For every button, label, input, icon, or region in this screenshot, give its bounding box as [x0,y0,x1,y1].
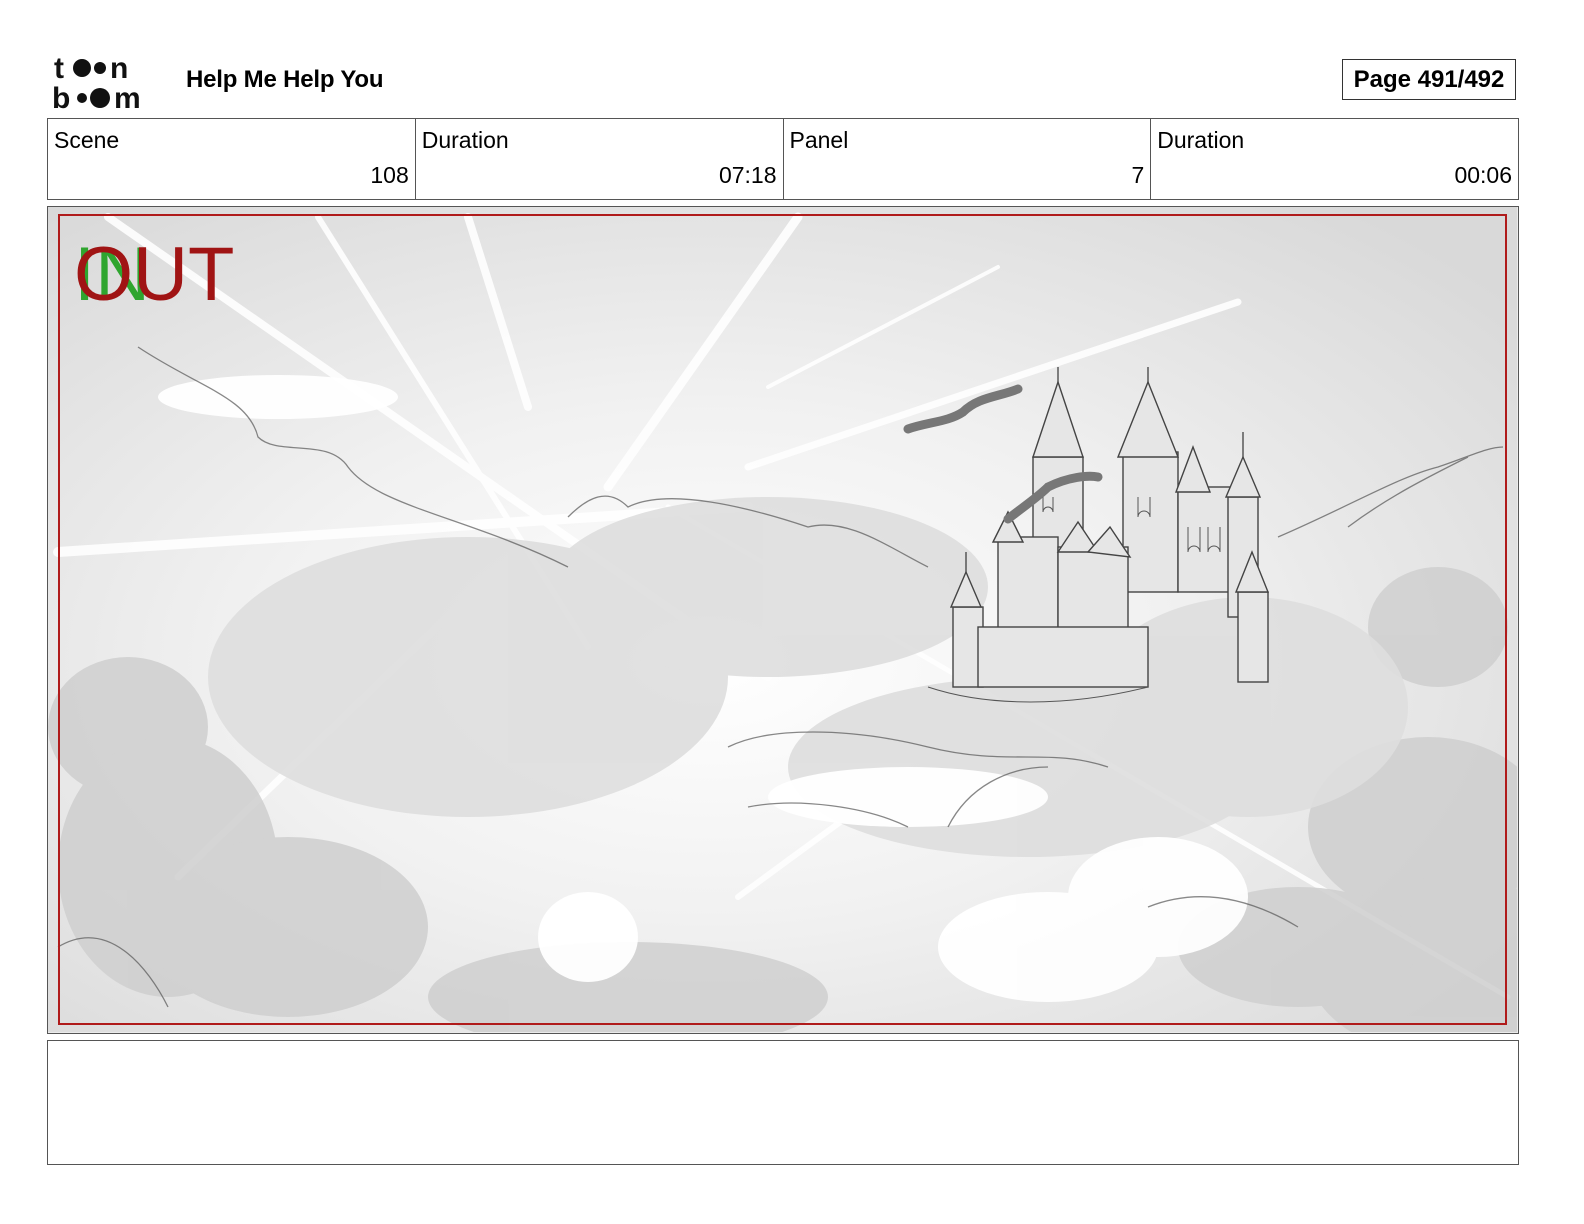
storyboard-panel-image: IN OUT [47,206,1519,1034]
safe-frame-border [58,214,1507,1025]
panel-cell: Panel 7 [784,119,1152,199]
page-number: Page 491/492 [1342,59,1516,100]
scene-label: Scene [54,127,120,153]
scene-duration-label: Duration [421,127,509,153]
panel-duration-value: 00:06 [1454,162,1512,188]
panel-duration-cell: Duration 00:06 [1151,119,1518,199]
toon-boom-logo: t n b m [52,52,141,110]
panel-notes-box[interactable] [47,1040,1519,1165]
scene-value: 108 [370,162,409,188]
scene-duration-cell: Duration 07:18 [416,119,784,199]
svg-text:b: b [52,82,70,110]
panel-label: Panel [789,127,849,153]
project-title: Help Me Help You [186,66,384,93]
out-marker: OUT [74,232,235,317]
panel-value: 7 [1131,162,1145,188]
panel-info-table: Scene 108 Duration 07:18 Panel 7 Duratio… [47,118,1519,200]
scene-duration-value: 07:18 [718,162,777,188]
panel-duration-label: Duration [1157,127,1245,153]
svg-text:t: t [54,52,64,85]
svg-text:m: m [114,82,141,110]
in-out-marker: IN OUT [74,235,254,315]
scene-cell: Scene 108 [48,119,416,199]
svg-text:n: n [110,52,128,85]
